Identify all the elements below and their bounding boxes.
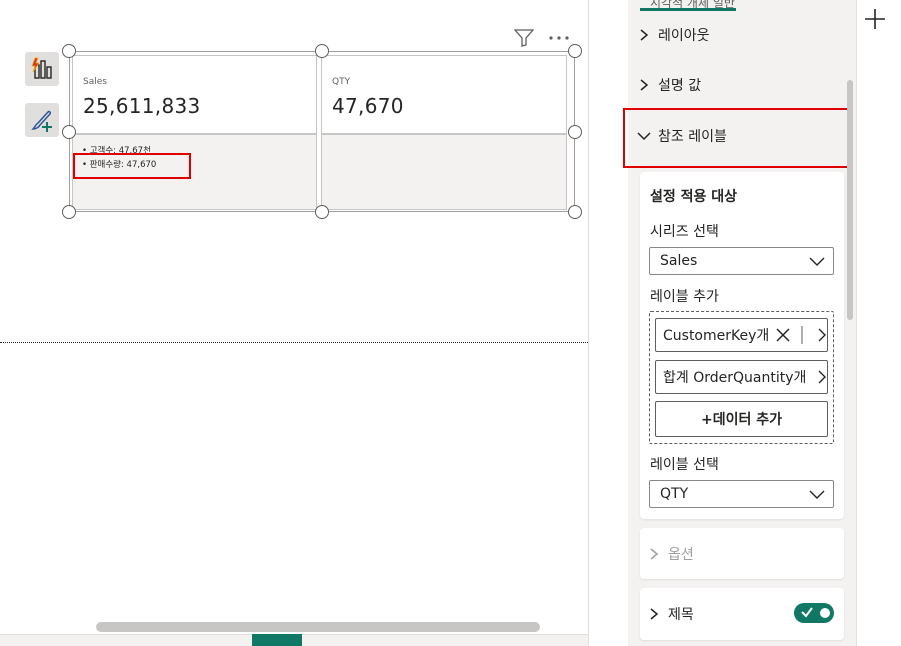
qty-card[interactable]: QTY 47,670 — [321, 55, 567, 134]
close-icon — [776, 328, 790, 342]
format-visual-button[interactable] — [25, 103, 59, 137]
chevron-down-icon — [809, 257, 825, 266]
section-label: 제목 — [668, 607, 694, 623]
report-canvas[interactable]: Sales 25,611,833 QTY 47,670 • 고객수: 47.67… — [0, 0, 588, 646]
resize-handle[interactable] — [568, 205, 582, 219]
chip-label: CustomerKey개 — [663, 328, 770, 344]
remove-field-button[interactable] — [775, 327, 791, 343]
card-label: Sales — [83, 77, 107, 87]
chevron-right-icon — [818, 370, 826, 384]
chevron-right-icon — [646, 606, 662, 622]
pane-divider — [588, 0, 589, 646]
resize-handle[interactable] — [568, 125, 582, 139]
chevron-right-icon — [818, 328, 826, 342]
filter-button[interactable] — [512, 27, 536, 49]
right-rail — [856, 0, 901, 646]
series-select-label: 시리즈 선택 — [650, 224, 719, 240]
pane-vertical-scrollbar[interactable] — [847, 80, 853, 320]
card-visual[interactable]: Sales 25,611,833 QTY 47,670 • 고객수: 47.67… — [69, 51, 575, 212]
toggle-knob — [820, 608, 830, 618]
chip-label: 합계 OrderQuantity개 — [663, 370, 807, 386]
expand-field-button[interactable] — [817, 328, 827, 342]
chevron-down-icon — [636, 128, 652, 144]
chevron-down-icon — [809, 490, 825, 499]
label-dropdown[interactable]: QTY — [649, 480, 834, 508]
page-tab-active[interactable] — [252, 634, 302, 646]
report-editor: Sales 25,611,833 QTY 47,670 • 고객수: 47.67… — [0, 0, 901, 646]
section-label: 옵션 — [668, 547, 694, 563]
page-break-line — [0, 342, 588, 343]
section-label: 참조 레이블 — [658, 129, 727, 145]
label-select-label: 레이블 선택 — [650, 457, 719, 473]
resize-handle[interactable] — [315, 205, 329, 219]
chevron-right-icon — [636, 27, 652, 43]
build-visual-icon — [31, 57, 52, 79]
label-dropdown-value: QTY — [660, 486, 689, 502]
series-dropdown[interactable]: Sales — [649, 247, 834, 275]
section-layout[interactable]: 레이아웃 — [636, 26, 846, 44]
resize-handle[interactable] — [62, 205, 76, 219]
highlight-box — [73, 153, 191, 179]
more-options-icon — [549, 36, 569, 40]
field-chip-orderquantity[interactable]: 합계 OrderQuantity개 — [655, 360, 828, 394]
more-options-button[interactable] — [546, 27, 572, 49]
build-visual-button[interactable] — [25, 52, 59, 86]
series-dropdown-value: Sales — [660, 253, 698, 269]
resize-handle[interactable] — [62, 125, 76, 139]
chevron-right-icon — [636, 77, 652, 93]
resize-handle[interactable] — [568, 44, 582, 58]
card-label: QTY — [332, 77, 351, 87]
resize-handle[interactable] — [62, 44, 76, 58]
card-value: 47,670 — [332, 94, 404, 118]
section-callout-value[interactable]: 설명 값 — [636, 74, 846, 96]
add-data-button[interactable]: +데이터 추가 — [655, 401, 828, 437]
section-options[interactable]: 옵션 — [646, 543, 856, 565]
format-visual-icon — [31, 110, 52, 132]
horizontal-scrollbar[interactable] — [96, 622, 540, 632]
section-label: 설명 값 — [658, 78, 702, 94]
active-tab-indicator — [640, 8, 736, 11]
add-button[interactable] — [864, 8, 886, 34]
plus-icon — [865, 9, 885, 29]
separator — [801, 326, 803, 344]
sales-card[interactable]: Sales 25,611,833 — [72, 55, 317, 134]
card-value: 25,611,833 — [83, 94, 201, 118]
resize-handle[interactable] — [315, 44, 329, 58]
chevron-right-icon — [646, 546, 662, 562]
field-chip-customerkey[interactable]: CustomerKey개 — [655, 318, 828, 352]
section-reference-labels[interactable]: 참조 레이블 — [636, 125, 846, 147]
apply-settings-heading: 설정 적용 대상 — [650, 189, 738, 205]
check-icon — [801, 607, 813, 618]
filter-icon — [514, 29, 534, 47]
expand-field-button[interactable] — [817, 370, 827, 384]
add-label-label: 레이블 추가 — [650, 289, 719, 305]
section-label: 레이아웃 — [658, 28, 710, 44]
title-toggle[interactable] — [794, 603, 834, 623]
reference-labels-area — [321, 134, 567, 210]
